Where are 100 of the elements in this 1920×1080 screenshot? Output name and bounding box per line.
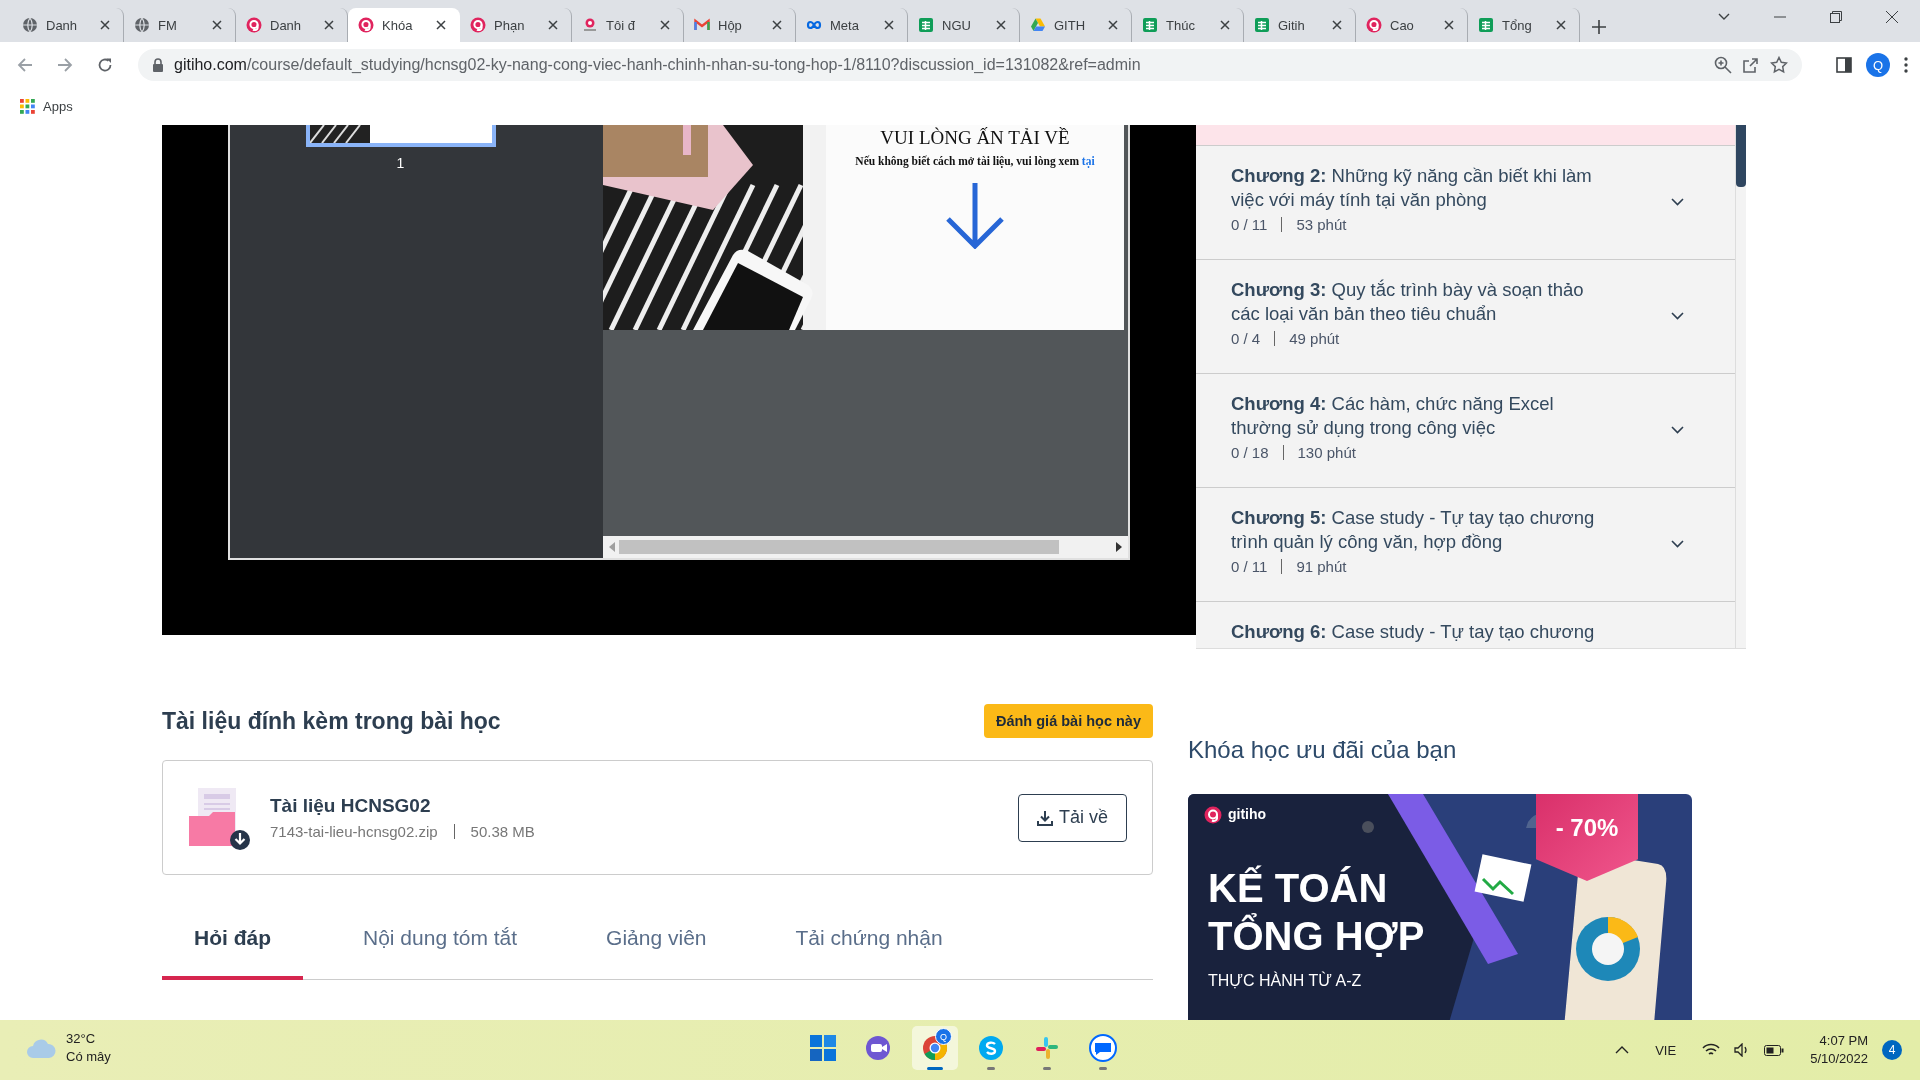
drive-icon [1030, 17, 1046, 33]
content-tab[interactable]: Hỏi đáp [162, 900, 303, 980]
slide-note: Nếu không biết cách mở tài liệu, vui lòng xem tại [855, 155, 1095, 167]
browser-tab[interactable]: Tổng [1468, 8, 1580, 42]
browser-tab[interactable]: FM [124, 8, 236, 42]
globe-icon [22, 17, 38, 33]
temperature: 32°C [66, 1030, 97, 1048]
language-indicator[interactable]: VIE [1655, 1042, 1677, 1058]
progress-text: 0 / 11 [1231, 216, 1268, 233]
time-text: 4:07 PM [1819, 1032, 1868, 1050]
brand-logo-icon [1204, 806, 1222, 824]
slide-link[interactable]: tại [1081, 155, 1095, 167]
folder-download-icon [188, 785, 252, 850]
chat-app-icon [978, 1035, 1004, 1061]
mail-icon [694, 17, 710, 33]
spreadsheet-icon [1142, 17, 1158, 33]
section-title: Khóa học ưu đãi của bạn [1188, 736, 1458, 764]
slack-icon [1034, 1035, 1060, 1061]
site-logo-icon [582, 17, 598, 33]
browser-tab[interactable]: Danh [12, 8, 124, 42]
cloud-icon [26, 1037, 56, 1059]
address-bar[interactable]: gitiho.com/course/default_studying/hcnsg02-ky-nang-cong-viec-hanh-chinh-nhan-su-tong-hop-1/8110?discussion_id=131082&ref=admin [138, 49, 1802, 81]
browser-tab[interactable]: Meta [796, 8, 908, 42]
content-tab[interactable]: Tải chứng nhận [763, 900, 975, 980]
menu-icon[interactable] [1904, 57, 1908, 73]
content-tab[interactable]: Giảng viên [574, 900, 739, 980]
windows-start-icon [810, 1035, 836, 1061]
browser-tab[interactable]: Hộp [684, 8, 796, 42]
close-icon[interactable] [1886, 11, 1898, 23]
chevron-down-icon[interactable] [1671, 540, 1684, 548]
browser-tab[interactable]: Cao [1356, 8, 1468, 42]
site-logo-icon [470, 17, 486, 33]
browser-tab[interactable]: Khóa [348, 8, 460, 42]
profile-avatar[interactable]: Q [1866, 53, 1890, 77]
download-button[interactable]: Tải về [1017, 793, 1127, 842]
browser-tab[interactable]: Tôi đ [572, 8, 684, 42]
scroll-right-icon[interactable] [1116, 542, 1122, 552]
new-tab-icon[interactable] [1592, 20, 1606, 34]
browser-tab[interactable]: Thúc [1132, 8, 1244, 42]
site-logo-icon [246, 17, 262, 33]
clock[interactable]: 4:07 PM 5/10/2022 [1810, 1032, 1868, 1068]
video-player[interactable]: 1 VUI LÒNG ẤN TẢI VỀ Nếu không biết cách mở tài liệu, vui lòng xem tại [162, 125, 1196, 635]
duration-text: 49 phút [1289, 330, 1340, 347]
weather-condition: Có mây [66, 1048, 111, 1066]
download-icon [1036, 809, 1053, 826]
taskbar-app[interactable]: Q [912, 1026, 958, 1070]
browser-tab[interactable]: NGU [908, 8, 1020, 42]
chevron-down-icon[interactable] [1671, 198, 1684, 206]
chapter-title: Chương 5: Case study - Tự tay tạo chương trình quản lý công văn, hợp đồng [1231, 506, 1596, 554]
chevron-up-icon[interactable] [1615, 1046, 1630, 1054]
browser-tab[interactable]: GITH [1020, 8, 1132, 42]
promo-banner[interactable]: gitiho KẾ TOÁN TỔNG HỢP THỰC HÀNH TỪ A-Z - 70% [1188, 794, 1692, 1020]
apps-grid-icon[interactable] [20, 99, 35, 114]
brand-name: gitiho [1228, 806, 1267, 822]
progress-text: 0 / 18 [1231, 444, 1269, 461]
course-subtitle: THỰC HÀNH TỪ A-Z [1208, 972, 1362, 990]
chevron-down-icon[interactable] [1671, 312, 1684, 320]
browser-tab[interactable]: Gitih [1244, 8, 1356, 42]
progress-text: 0 / 4 [1231, 330, 1261, 347]
zoom-icon[interactable] [1714, 56, 1732, 74]
rate-lesson-button[interactable]: Đánh giá bài học này [983, 704, 1153, 738]
browser-tab[interactable]: Danh [236, 8, 348, 42]
side-panel-icon[interactable] [1836, 57, 1852, 73]
video-call-icon [865, 1035, 893, 1061]
horizontal-scrollbar[interactable] [603, 536, 1128, 558]
file-size: 50.38 MB [470, 823, 535, 840]
spreadsheet-icon [1478, 17, 1494, 33]
chapter-title: Chương 6: Case study - Tự tay tạo chương [1231, 620, 1596, 644]
duration-text: 53 phút [1296, 216, 1347, 233]
bookmark-link[interactable]: Apps [43, 99, 73, 114]
spreadsheet-icon [1254, 17, 1270, 33]
profile-badge: Q [935, 1028, 952, 1045]
course-title: KẾ TOÁN TỔNG HỢP [1208, 864, 1425, 960]
spreadsheet-icon [918, 17, 934, 33]
wifi-icon[interactable] [1702, 1043, 1721, 1057]
progress-text: 0 / 11 [1231, 558, 1268, 575]
chapter-title: Chương 2: Những kỹ năng cần biết khi làm việc với máy tính tại văn phòng [1231, 164, 1593, 212]
share-icon[interactable] [1742, 56, 1760, 74]
site-logo-icon [358, 17, 374, 33]
page-number: 1 [396, 155, 405, 171]
section-title: Tài liệu đính kèm trong bài học [162, 707, 501, 735]
lock-icon [152, 58, 164, 72]
chevron-down-icon[interactable] [1718, 13, 1730, 21]
battery-icon[interactable] [1764, 1044, 1785, 1056]
notification-badge[interactable]: 4 [1882, 1040, 1902, 1060]
content-tab[interactable]: Nội dung tóm tắt [331, 900, 550, 980]
scrollbar[interactable] [1735, 125, 1746, 648]
slide-heading: VUI LÒNG ẤN TẢI VỀ [880, 127, 1070, 149]
browser-tab[interactable]: Phạn [460, 8, 572, 42]
messenger-icon [1089, 1034, 1117, 1062]
page-thumbnail[interactable] [305, 125, 496, 147]
file-name: 7143-tai-lieu-hcnsg02.zip [270, 823, 438, 840]
duration-text: 91 phút [1296, 558, 1347, 575]
chapter-title: Chương 3: Quy tắc trình bày và soạn thảo các loại văn bản theo tiêu chuẩn [1231, 278, 1585, 326]
file-title: Tài liệu HCNSG02 [270, 795, 432, 817]
url-text: gitiho.com/course/default_studying/hcnsg02-ky-nang-cong-viec-hanh-chinh-nhan-su-tong-hop-1/8110?discussion_id=131082&ref=admin [174, 56, 1142, 74]
star-icon[interactable] [1770, 56, 1788, 74]
restore-icon[interactable] [1830, 11, 1842, 23]
down-arrow-icon [945, 183, 1005, 249]
chevron-down-icon[interactable] [1671, 426, 1684, 434]
